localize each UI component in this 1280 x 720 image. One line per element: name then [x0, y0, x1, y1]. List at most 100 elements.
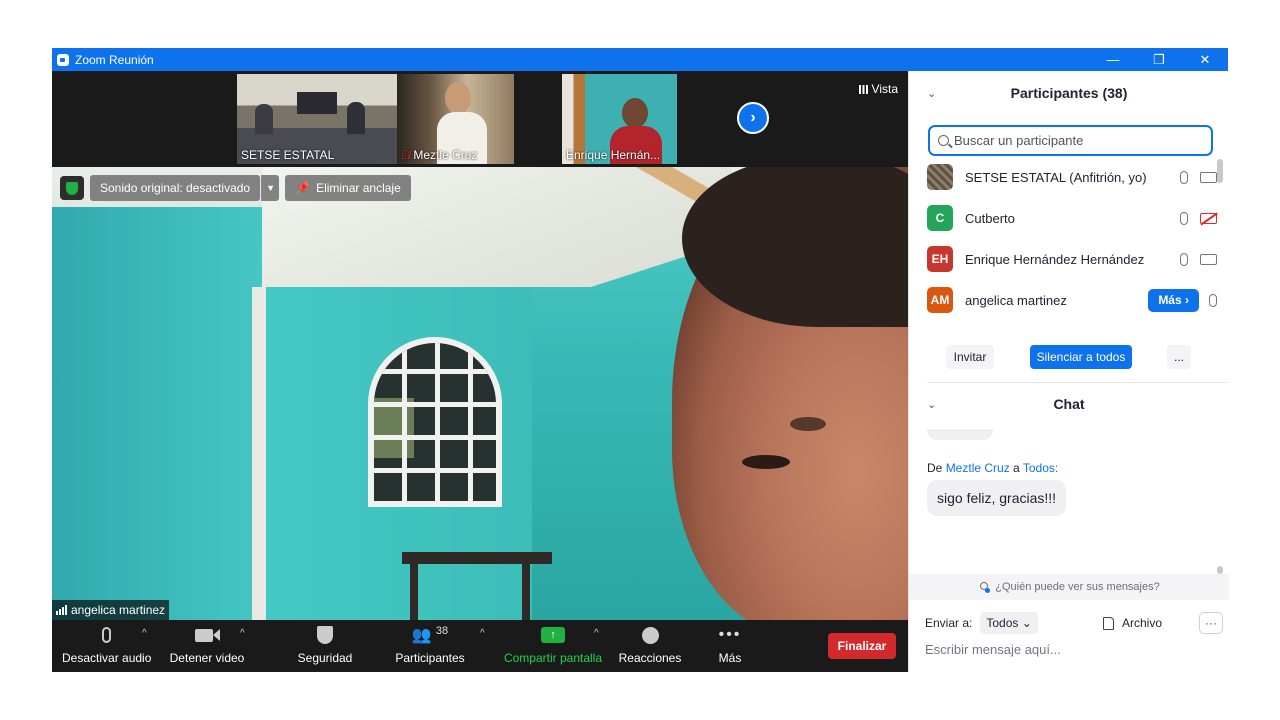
- zoom-logo-icon: [57, 53, 69, 66]
- original-sound-toggle[interactable]: Sonido original: desactivado: [90, 175, 261, 201]
- send-to-select[interactable]: Todos ⌄: [980, 612, 1038, 634]
- chevron-down-icon[interactable]: ⌄: [927, 398, 936, 411]
- participant-more-button[interactable]: Más ›: [1148, 288, 1199, 312]
- message-bubble: sigo feliz, gracias!!!: [927, 480, 1067, 516]
- main-video[interactable]: Sonido original: desactivado ▼ 📌 Elimina…: [52, 167, 908, 620]
- eye-shape: [790, 417, 826, 431]
- person-shape: [347, 102, 365, 134]
- participants-count: 38: [435, 625, 449, 637]
- signal-icon: [56, 605, 67, 615]
- participant-actions: Invitar Silenciar a todos ...: [909, 345, 1229, 369]
- video-off-icon[interactable]: [1200, 212, 1217, 224]
- arched-window-shape: [368, 337, 502, 507]
- title-bar: Zoom Reunión — ❐ ✕: [52, 48, 1228, 71]
- reactions-button[interactable]: Reacciones: [618, 624, 682, 665]
- chat-message-input[interactable]: Escribir mensaje aquí...: [925, 642, 1061, 657]
- mute-all-button[interactable]: Silenciar a todos: [1030, 345, 1132, 369]
- avatar: AM: [927, 287, 953, 313]
- chat-more-button[interactable]: ···: [1199, 612, 1223, 634]
- video-camera-icon[interactable]: [1200, 253, 1217, 265]
- search-icon: [938, 135, 949, 146]
- share-options-caret[interactable]: ^: [594, 628, 599, 639]
- window-title: Zoom Reunión: [75, 52, 154, 67]
- side-panel: ⌄ Participantes (38) Buscar un participa…: [908, 71, 1229, 672]
- door-frame-shape: [252, 287, 266, 620]
- participants-button[interactable]: 👥 38 Participantes: [392, 624, 468, 665]
- microphone-icon[interactable]: [1180, 170, 1188, 184]
- chat-messages: De Meztle Cruz a Todos: sigo feliz, grac…: [909, 429, 1229, 527]
- microphone-icon[interactable]: [1209, 293, 1217, 307]
- security-button[interactable]: Seguridad: [292, 624, 358, 665]
- share-screen-button[interactable]: ↑ Compartir pantalla: [502, 624, 604, 665]
- sender-name-link[interactable]: Meztle Cruz: [946, 461, 1010, 475]
- video-top-tools: Sonido original: desactivado ▼ 📌 Elimina…: [60, 175, 411, 201]
- thumbnail-name: SETSE ESTATAL: [241, 148, 335, 162]
- person-shape: [255, 104, 273, 134]
- chat-header: ⌄ Chat: [927, 396, 1085, 412]
- chevron-down-icon[interactable]: ⌄: [927, 87, 936, 100]
- previous-message-bubble: [927, 429, 993, 440]
- video-camera-icon[interactable]: [1200, 171, 1217, 183]
- participant-search-input[interactable]: Buscar un participante: [928, 125, 1213, 156]
- thumbnail-strip: SETSE ESTATAL 🎙̸ Meztle Cruz Enrique Her…: [52, 71, 908, 167]
- chevron-down-icon[interactable]: ▼: [261, 175, 280, 201]
- wall-shape: [52, 207, 262, 620]
- send-to-row: Enviar a: Todos ⌄ Archivo ···: [925, 611, 1223, 635]
- more-options-button[interactable]: ...: [1167, 345, 1191, 369]
- meeting-toolbar: Desactivar audio ^ Detener video ^ Segur…: [52, 620, 908, 672]
- recipient-link[interactable]: Todos:: [1023, 461, 1058, 475]
- unpin-button[interactable]: 📌 Eliminar anclaje: [285, 175, 411, 201]
- chat-scrollbar[interactable]: [1217, 566, 1223, 574]
- participant-row[interactable]: AM angelica martinez Más ›: [927, 286, 1217, 314]
- face-shape: [445, 82, 471, 114]
- participants-options-caret[interactable]: ^: [480, 628, 485, 639]
- participant-list: SETSE ESTATAL (Anfitrión, yo) C Cutberto…: [909, 163, 1229, 327]
- video-options-caret[interactable]: ^: [240, 628, 245, 639]
- invite-button[interactable]: Invitar: [946, 345, 994, 369]
- next-page-button[interactable]: ›: [737, 102, 769, 134]
- participants-scrollbar[interactable]: [1217, 159, 1223, 183]
- participant-row[interactable]: C Cutberto: [927, 204, 1217, 232]
- stop-video-button[interactable]: Detener video: [168, 624, 246, 665]
- more-button[interactable]: ••• Más: [708, 624, 752, 665]
- thumbnail-name: Meztle Cruz: [413, 148, 478, 162]
- file-button[interactable]: Archivo: [1103, 616, 1162, 630]
- file-icon: [1103, 616, 1114, 630]
- message-sender-line: De Meztle Cruz a Todos:: [927, 461, 1059, 475]
- eye-shape: [742, 455, 790, 469]
- chevron-down-icon: ⌄: [1021, 616, 1032, 630]
- mute-button[interactable]: Desactivar audio: [62, 624, 151, 665]
- participant-row[interactable]: SETSE ESTATAL (Anfitrión, yo): [927, 163, 1217, 191]
- microphone-icon[interactable]: [1180, 252, 1188, 266]
- thumbnail-name: Enrique Hernán...: [566, 148, 661, 162]
- close-button[interactable]: ✕: [1182, 48, 1228, 71]
- minimize-button[interactable]: —: [1090, 48, 1136, 71]
- encryption-shield-icon[interactable]: [60, 176, 84, 200]
- microphone-icon: [62, 624, 150, 646]
- microphone-icon[interactable]: [1180, 211, 1188, 225]
- avatar: C: [927, 205, 953, 231]
- video-camera-icon: [168, 624, 246, 646]
- avatar: [927, 164, 953, 190]
- people-icon: 👥: [411, 627, 432, 644]
- tv-screen: [297, 92, 337, 114]
- who-can-see-messages[interactable]: ¿Quién puede ver sus mensajes?: [909, 574, 1229, 600]
- person-icon: [978, 581, 991, 593]
- view-button[interactable]: Vista: [858, 82, 898, 96]
- smiley-icon: [618, 624, 682, 646]
- chevron-right-icon: ›: [750, 109, 756, 126]
- divider: [927, 382, 1227, 383]
- participant-row[interactable]: EH Enrique Hernández Hernández: [927, 245, 1217, 273]
- thumbnail-enrique[interactable]: Enrique Hernán...: [562, 74, 677, 164]
- thumbnail-meztle[interactable]: 🎙̸ Meztle Cruz: [397, 74, 514, 164]
- zoom-window: Zoom Reunión — ❐ ✕ SETSE ESTATAL 🎙̸ Mezt…: [52, 48, 1229, 672]
- chevron-right-icon: ›: [1185, 293, 1189, 307]
- audio-options-caret[interactable]: ^: [142, 628, 147, 639]
- speaker-name-label: angelica martinez: [52, 600, 170, 620]
- maximize-button[interactable]: ❐: [1136, 48, 1182, 71]
- end-meeting-button[interactable]: Finalizar: [828, 633, 896, 659]
- muted-mic-icon: 🎙̸: [401, 148, 410, 162]
- ellipsis-icon: •••: [718, 626, 742, 643]
- face-shape: [622, 98, 648, 128]
- thumbnail-setse[interactable]: SETSE ESTATAL: [237, 74, 397, 164]
